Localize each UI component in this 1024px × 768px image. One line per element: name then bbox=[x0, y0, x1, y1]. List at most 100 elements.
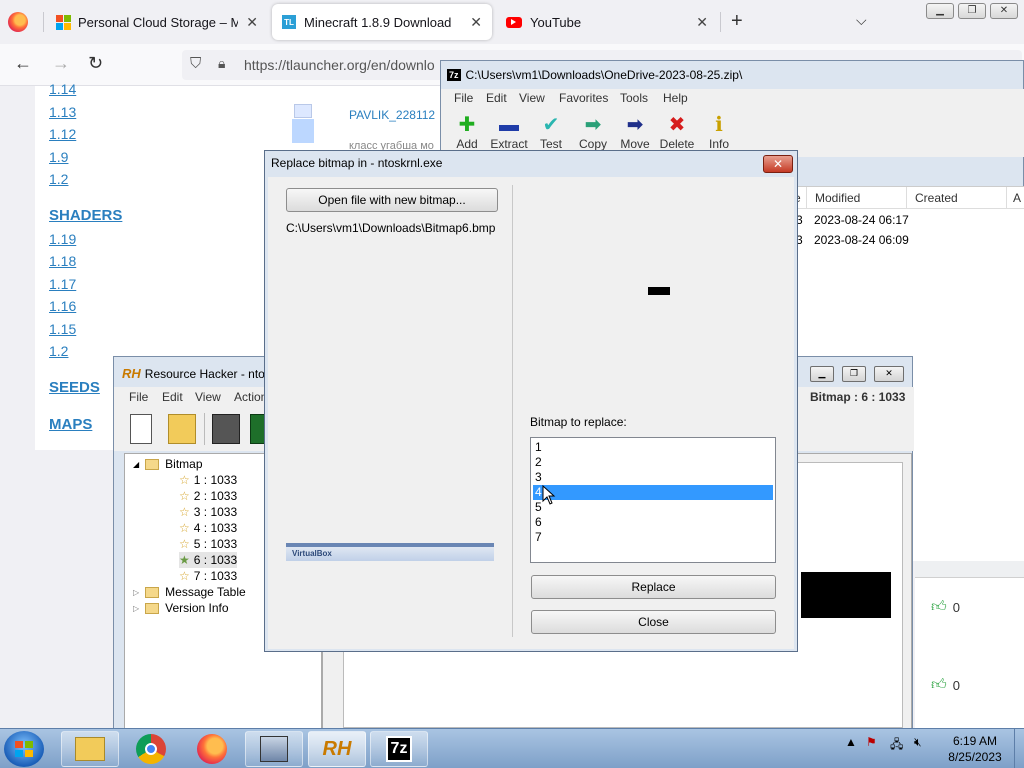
move-button[interactable]: ➡ Move bbox=[613, 113, 657, 151]
taskbar-chrome[interactable] bbox=[122, 731, 180, 767]
lock-icon[interactable]: 🔒︎ bbox=[218, 55, 225, 72]
action-center-flag-icon[interactable]: ⚑ bbox=[866, 735, 877, 749]
version-link[interactable]: 1.18 bbox=[49, 253, 76, 269]
tree-item[interactable]: ☆ 1 : 1033 bbox=[179, 472, 237, 488]
seeds-heading[interactable]: SEEDS bbox=[49, 379, 100, 396]
show-desktop-button[interactable] bbox=[1014, 729, 1024, 768]
taskbar-resource-hacker[interactable]: RH bbox=[308, 731, 366, 767]
delete-button[interactable]: ✖ Delete bbox=[655, 113, 699, 151]
open-folder-icon[interactable] bbox=[168, 414, 196, 444]
collapse-icon[interactable]: ◢ bbox=[133, 460, 139, 469]
column-header-created[interactable]: Created bbox=[907, 187, 1007, 209]
minimize-window-button[interactable]: ▁ bbox=[926, 3, 954, 19]
save-icon[interactable] bbox=[212, 414, 240, 444]
menu-edit[interactable]: Edit bbox=[162, 390, 183, 404]
close-tab-icon[interactable]: ✕ bbox=[246, 14, 258, 31]
tree-item[interactable]: ☆ 5 : 1033 bbox=[179, 536, 237, 552]
taskbar-7zip[interactable]: 7z bbox=[370, 731, 428, 767]
start-button[interactable] bbox=[4, 731, 44, 767]
firefox-icon[interactable] bbox=[8, 12, 28, 32]
url-text[interactable]: https://tlauncher.org/en/downlo bbox=[244, 57, 435, 73]
expand-icon[interactable]: ▷ bbox=[133, 604, 139, 613]
menu-help[interactable]: Help bbox=[663, 91, 688, 105]
like-counter[interactable]: 👍︎ 0 bbox=[931, 598, 960, 616]
taskbar-firefox[interactable] bbox=[183, 731, 241, 767]
version-link[interactable]: 1.14 bbox=[49, 81, 76, 97]
expand-icon[interactable]: ▷ bbox=[133, 588, 139, 597]
new-file-icon[interactable] bbox=[130, 414, 152, 444]
version-link[interactable]: 1.2 bbox=[49, 171, 68, 187]
comment-author[interactable]: PAVLIK_228112 bbox=[349, 108, 435, 122]
restore-window-button[interactable]: ❐ bbox=[842, 366, 866, 382]
menu-action[interactable]: Action bbox=[234, 390, 267, 404]
taskbar-explorer[interactable] bbox=[61, 731, 119, 767]
add-button[interactable]: ✚ Add bbox=[445, 113, 489, 151]
list-tabs-chevron-icon[interactable]: ⌵ bbox=[856, 12, 867, 29]
info-button[interactable]: ℹ Info bbox=[697, 113, 741, 151]
replace-button[interactable]: Replace bbox=[531, 575, 776, 599]
close-button[interactable]: Close bbox=[531, 610, 776, 634]
version-link[interactable]: 1.13 bbox=[49, 104, 76, 120]
tree-item[interactable]: ☆ 7 : 1033 bbox=[179, 568, 237, 584]
reload-icon[interactable]: ↻ bbox=[88, 53, 103, 74]
extract-button[interactable]: ▬ Extract bbox=[487, 113, 531, 151]
close-tab-icon[interactable]: ✕ bbox=[696, 14, 708, 31]
version-link[interactable]: 1.16 bbox=[49, 298, 76, 314]
column-header-modified[interactable]: Modified bbox=[807, 187, 907, 209]
minimize-window-button[interactable]: ▁ bbox=[810, 366, 834, 382]
tracking-shield-icon[interactable]: ⛉ bbox=[190, 55, 201, 72]
tree-item-selected[interactable]: ★ 6 : 1033 bbox=[179, 552, 238, 568]
list-item-selected[interactable]: 4 bbox=[533, 485, 773, 500]
tree-node-message-table[interactable]: ▷ Message Table bbox=[133, 584, 246, 600]
version-link[interactable]: 1.17 bbox=[49, 276, 76, 292]
show-hidden-icons-icon[interactable]: ▲ bbox=[845, 735, 857, 749]
close-dialog-button[interactable]: ✕ bbox=[763, 155, 793, 173]
restore-window-button[interactable]: ❐ bbox=[958, 3, 986, 19]
list-item[interactable]: 6 bbox=[533, 515, 773, 530]
test-button[interactable]: ✔ Test bbox=[529, 113, 573, 151]
close-window-button[interactable]: ✕ bbox=[990, 3, 1018, 19]
list-item[interactable]: 2 bbox=[533, 455, 773, 470]
file-modified[interactable]: 2023-08-24 06:17 bbox=[814, 213, 909, 227]
tree-item[interactable]: ☆ 2 : 1033 bbox=[179, 488, 237, 504]
version-link[interactable]: 1.2 bbox=[49, 343, 68, 359]
version-link[interactable]: 1.15 bbox=[49, 321, 76, 337]
volume-muted-icon[interactable]: 🔇︎ bbox=[914, 735, 922, 750]
network-icon[interactable]: 🖧 bbox=[890, 735, 903, 756]
maps-heading[interactable]: MAPS bbox=[49, 416, 92, 433]
tree-item[interactable]: ☆ 3 : 1033 bbox=[179, 504, 237, 520]
new-tab-icon[interactable]: + bbox=[731, 10, 743, 33]
column-header[interactable]: A bbox=[1007, 187, 1024, 209]
file-modified[interactable]: 2023-08-24 06:09 bbox=[814, 233, 909, 247]
tab-minecraft[interactable]: TL Minecraft 1.8.9 Download ✕ bbox=[272, 4, 492, 40]
system-clock[interactable]: 6:19 AM 8/25/2023 bbox=[940, 733, 1010, 765]
tree-node-bitmap[interactable]: ◢ Bitmap bbox=[133, 456, 203, 472]
list-item[interactable]: 3 bbox=[533, 470, 773, 485]
tab-onedrive[interactable]: Personal Cloud Storage – Micro ✕ bbox=[46, 4, 268, 40]
version-link[interactable]: 1.9 bbox=[49, 149, 68, 165]
menu-file[interactable]: File bbox=[454, 91, 473, 105]
copy-button[interactable]: ➡ Copy bbox=[571, 113, 615, 151]
menu-view[interactable]: View bbox=[195, 390, 221, 404]
taskbar-network-app[interactable] bbox=[245, 731, 303, 767]
shaders-heading[interactable]: SHADERS bbox=[49, 207, 122, 224]
close-window-button[interactable]: ✕ bbox=[874, 366, 904, 382]
bitmap-list[interactable]: 1 2 3 4 5 6 7 bbox=[530, 437, 776, 563]
menu-file[interactable]: File bbox=[129, 390, 148, 404]
menu-favorites[interactable]: Favorites bbox=[559, 91, 608, 105]
version-link[interactable]: 1.19 bbox=[49, 231, 76, 247]
list-item[interactable]: 7 bbox=[533, 530, 773, 545]
version-link[interactable]: 1.12 bbox=[49, 126, 76, 142]
tree-item[interactable]: ☆ 4 : 1033 bbox=[179, 520, 237, 536]
thumbs-up-icon[interactable]: 👍︎ bbox=[931, 598, 947, 616]
back-arrow-icon[interactable]: ← bbox=[14, 53, 32, 74]
forward-arrow-icon[interactable]: → bbox=[52, 53, 70, 74]
menu-edit[interactable]: Edit bbox=[486, 91, 507, 105]
list-item[interactable]: 5 bbox=[533, 500, 773, 515]
open-file-button[interactable]: Open file with new bitmap... bbox=[286, 188, 498, 212]
tree-node-version-info[interactable]: ▷ Version Info bbox=[133, 600, 229, 616]
menu-view[interactable]: View bbox=[519, 91, 545, 105]
close-tab-icon[interactable]: ✕ bbox=[470, 14, 482, 31]
tab-youtube[interactable]: YouTube ✕ bbox=[496, 4, 718, 40]
thumbs-up-icon[interactable]: 👍︎ bbox=[931, 676, 947, 694]
